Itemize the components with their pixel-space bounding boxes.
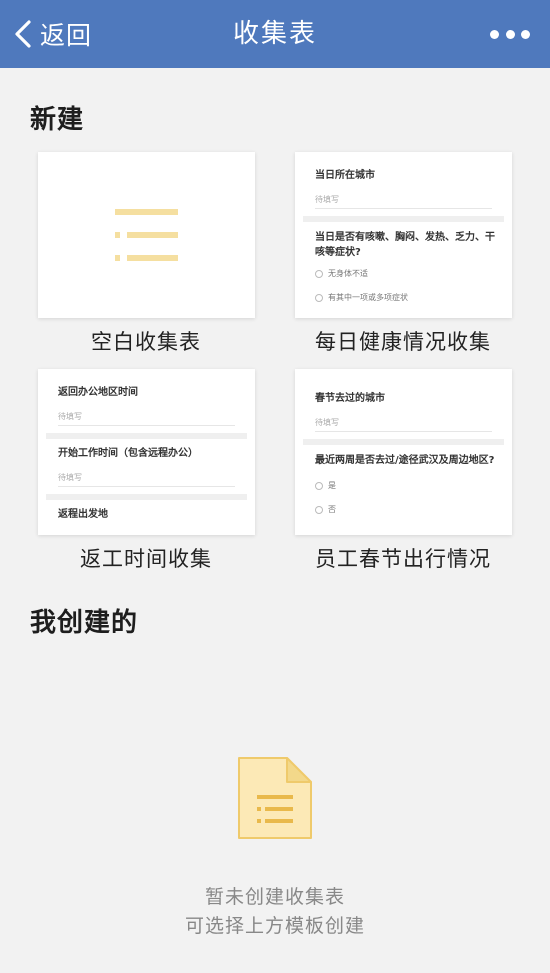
empty-state-hint: 可选择上方模板创建 (184, 915, 365, 937)
template-card-return-work[interactable]: 返回办公地区时间 待填写 开始工作时间（包含远程办公） 待填写 返程出发地 (38, 369, 255, 535)
empty-document-icon (238, 757, 312, 839)
preview-question: 当日所在城市 (315, 170, 375, 181)
radio-icon (315, 505, 323, 514)
preview-question: 开始工作时间（包含远程办公） (58, 448, 198, 459)
more-button[interactable] (490, 24, 530, 44)
list-lines-icon (115, 209, 178, 261)
preview-placeholder: 待填写 (58, 473, 82, 482)
back-button[interactable]: 返回 (12, 14, 92, 54)
template-card-daily-health[interactable]: 当日所在城市 待填写 当日是否有咳嗽、胸闷、发热、乏力、干咳等症状? 无身体不适… (295, 152, 512, 318)
template-card-spring-travel[interactable]: 春节去过的城市 待填写 最近两周是否去过/途径武汉及周边地区? 是 否 (295, 369, 512, 535)
radio-icon (315, 269, 323, 278)
navbar: 返回 收集表 (0, 0, 550, 68)
template-caption-daily-health: 每日健康情况收集 (315, 330, 491, 354)
preview-question: 最近两周是否去过/途径武汉及周边地区? (315, 455, 495, 466)
template-caption-return-work: 返工时间收集 (80, 547, 212, 571)
preview-option: 无身体不适 (315, 268, 368, 279)
preview-question: 当日是否有咳嗽、胸闷、发热、乏力、干咳等症状? (315, 232, 495, 258)
section-title-new: 新建 (30, 105, 85, 135)
preview-option: 否 (315, 504, 336, 515)
preview-placeholder: 待填写 (58, 412, 82, 421)
preview-option: 有其中一项或多项症状 (315, 292, 408, 303)
preview-placeholder: 待填写 (315, 418, 339, 427)
preview-question: 春节去过的城市 (315, 393, 385, 404)
more-dots-icon (490, 29, 499, 39)
preview-placeholder: 待填写 (315, 195, 339, 204)
preview-question: 返程出发地 (58, 509, 108, 520)
empty-state-text: 暂未创建收集表 (204, 886, 345, 908)
chevron-left-icon (15, 20, 31, 48)
back-label: 返回 (40, 21, 93, 50)
preview-option: 是 (315, 480, 336, 491)
template-caption-spring-travel: 员工春节出行情况 (315, 547, 491, 571)
template-caption-blank: 空白收集表 (91, 330, 201, 354)
radio-icon (315, 293, 323, 302)
radio-icon (315, 481, 323, 490)
preview-question: 返回办公地区时间 (58, 387, 138, 398)
section-title-mine: 我创建的 (30, 608, 139, 638)
template-card-blank[interactable] (38, 152, 255, 318)
